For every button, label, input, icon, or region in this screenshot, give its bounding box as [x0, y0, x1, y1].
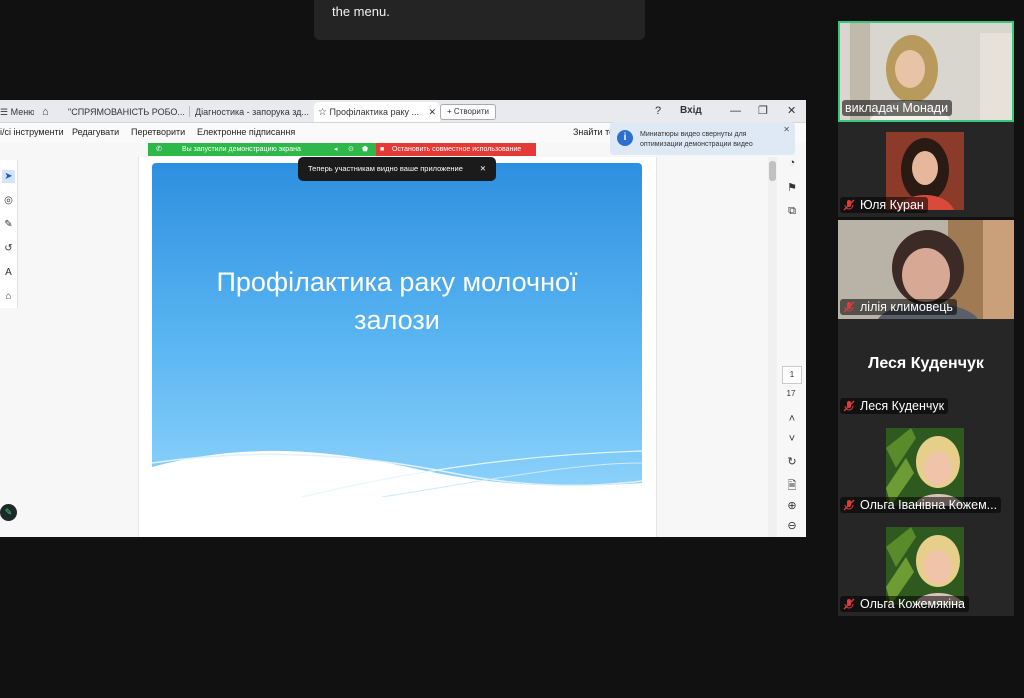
mic-off-icon: [843, 400, 855, 412]
notification-text: Миниатюры видео свернуты для оптимизации…: [640, 131, 753, 148]
page-total: 17: [786, 389, 796, 398]
tab-profilaktyka[interactable]: ☆ Профілактика раку ... ✕: [314, 102, 440, 122]
mic-off-icon: [843, 499, 855, 511]
slide-title: Профілактика раку молочної залози: [152, 263, 642, 339]
mic-off-icon: [843, 598, 855, 610]
share-toast-text: Теперь участникам видно ваше приложение: [308, 164, 463, 173]
tab-bar: ☰ Меню ⌂ "СПРЯМОВАНІСТЬ РОБО... Діагност…: [0, 100, 806, 123]
participant-name: Ольга Іванівна Кожем...: [860, 498, 998, 512]
shared-app-window: ☰ Меню ⌂ "СПРЯМОВАНІСТЬ РОБО... Діагност…: [0, 100, 806, 537]
participant-name: Юля Куран: [860, 198, 924, 212]
comment-icon[interactable]: ◎: [2, 194, 15, 207]
hamburger-icon: ☰: [0, 107, 9, 117]
chevron-up-icon[interactable]: ˄: [785, 413, 799, 425]
sidebar-toggle-icon[interactable]: ◔: [785, 157, 799, 169]
tooltip-text: the menu.: [332, 4, 390, 19]
menu-find-text[interactable]: Знайти те: [573, 127, 614, 137]
shield-icon[interactable]: ⬟: [362, 143, 368, 156]
menu-tools[interactable]: і/сі інструменти: [0, 127, 64, 137]
menu-esign[interactable]: Електронне підписання: [197, 127, 295, 137]
scroll-thumb[interactable]: [769, 161, 776, 181]
participant-name: Ольга Кожемякіна: [860, 597, 965, 611]
participant-label: Юля Куран: [840, 197, 928, 213]
tab-diagnostyka[interactable]: Діагностика - запорука зд...: [190, 102, 313, 122]
star-icon: ☆: [318, 107, 327, 118]
screen-share-banner: ✆ Вы запустили демонстрацию экрана ◂ ⊙ ⬟: [148, 143, 376, 156]
participant-avatar: [886, 428, 964, 506]
share-toast: Теперь участникам видно ваше приложение …: [298, 157, 496, 181]
tab-label: "СПРЯМОВАНІСТЬ РОБО...: [68, 107, 185, 117]
left-toolbar: ➤ ◎ ✎ ↺ A ⌂: [0, 160, 18, 308]
menu-convert[interactable]: Перетворити: [131, 127, 185, 137]
document-page: Профілактика раку молочної залози: [138, 157, 657, 537]
mic-off-icon: [843, 199, 855, 211]
info-icon: i: [617, 130, 633, 146]
slide: Профілактика раку молочної залози: [152, 163, 642, 497]
settings-icon[interactable]: ⊙: [348, 143, 354, 156]
participant-tile[interactable]: лілія климовець: [838, 220, 1014, 319]
participant-name: лілія климовець: [860, 300, 953, 314]
text-box-icon[interactable]: A: [2, 266, 15, 279]
participant-label: Леся Куденчук: [840, 398, 949, 414]
zoom-in-icon[interactable]: ⊕: [785, 499, 799, 512]
help-icon[interactable]: ?: [655, 102, 661, 120]
home-icon[interactable]: ⌂: [42, 102, 56, 122]
phone-icon: ✆: [156, 146, 162, 153]
mic-off-icon: [843, 301, 855, 313]
right-toolbar: ◔ ⚑ ⧉ 1 17 ˄ ˅ ↻ 🗎 ⊕ ⊖: [778, 157, 806, 537]
signin-button[interactable]: Вхід: [680, 102, 702, 120]
stop-icon: ■: [380, 146, 385, 153]
close-window-icon[interactable]: ✕: [787, 102, 796, 120]
restore-icon[interactable]: ❐: [758, 102, 768, 120]
stamp-icon[interactable]: ⌂: [2, 290, 15, 303]
slide-title-line2: залози: [354, 305, 440, 335]
lasso-icon[interactable]: ↺: [2, 242, 15, 255]
participant-label: Ольга Іванівна Кожем...: [840, 497, 1002, 513]
participant-name: Леся Куденчук: [860, 399, 945, 413]
menu-edit[interactable]: Редагувати: [72, 127, 119, 137]
participant-tile[interactable]: Юля Куран: [838, 122, 1014, 217]
zoom-out-icon[interactable]: ⊖: [785, 519, 799, 532]
participant-tile[interactable]: Ольга Іванівна Кожем...: [838, 418, 1014, 517]
stop-share-button[interactable]: ■ Остановить совместное использование: [376, 143, 536, 156]
new-tab-button[interactable]: + Створити: [440, 104, 496, 120]
cursor-icon[interactable]: ➤: [2, 170, 15, 183]
participant-display-name: Леся Куденчук: [868, 355, 984, 372]
page-number-field[interactable]: 1: [782, 366, 802, 384]
close-notification-icon[interactable]: ✕: [783, 125, 790, 134]
participant-name: викладач Монади: [845, 101, 949, 115]
participant-avatar: [886, 527, 964, 605]
stop-share-text: Остановить совместное использование: [392, 146, 522, 153]
minimize-icon[interactable]: —: [730, 102, 741, 120]
bookmark-icon[interactable]: ⚑: [785, 181, 799, 194]
participant-tile[interactable]: Леся Куденчук Леся Куденчук: [838, 319, 1014, 418]
participant-label: лілія климовець: [840, 299, 957, 315]
assistant-icon[interactable]: ✎: [0, 504, 17, 521]
tab-label: Діагностика - запорука зд...: [195, 107, 309, 117]
video-minimized-notification: i Миниатюры видео свернуты для оптимизац…: [610, 122, 795, 155]
menu-tooltip: the menu.: [314, 0, 645, 40]
rotate-icon[interactable]: ↻: [785, 455, 799, 468]
vertical-scrollbar[interactable]: [768, 157, 777, 537]
participant-label: Ольга Кожемякіна: [840, 596, 969, 612]
participant-tile[interactable]: Ольга Кожемякіна: [838, 517, 1014, 616]
share-started-text: Вы запустили демонстрацию экрана: [182, 146, 301, 153]
pages-icon[interactable]: ⧉: [785, 205, 799, 218]
tab-spriamovanist[interactable]: "СПРЯМОВАНІСТЬ РОБО...: [60, 102, 192, 122]
chevron-down-icon[interactable]: ˅: [785, 433, 799, 445]
audio-icon[interactable]: ◂: [334, 143, 338, 156]
slide-title-line1: Профілактика раку молочної: [216, 267, 578, 297]
close-toast-icon[interactable]: ✕: [480, 157, 486, 181]
menu-button[interactable]: ☰ Меню: [0, 102, 34, 122]
close-tab-icon[interactable]: ✕: [428, 102, 436, 122]
save-icon[interactable]: 🗎: [785, 477, 799, 496]
pen-icon[interactable]: ✎: [2, 218, 15, 231]
tab-label: Профілактика раку ...: [329, 107, 420, 117]
participant-label: викладач Монади: [842, 100, 953, 116]
participant-tile[interactable]: викладач Монади: [838, 21, 1014, 122]
